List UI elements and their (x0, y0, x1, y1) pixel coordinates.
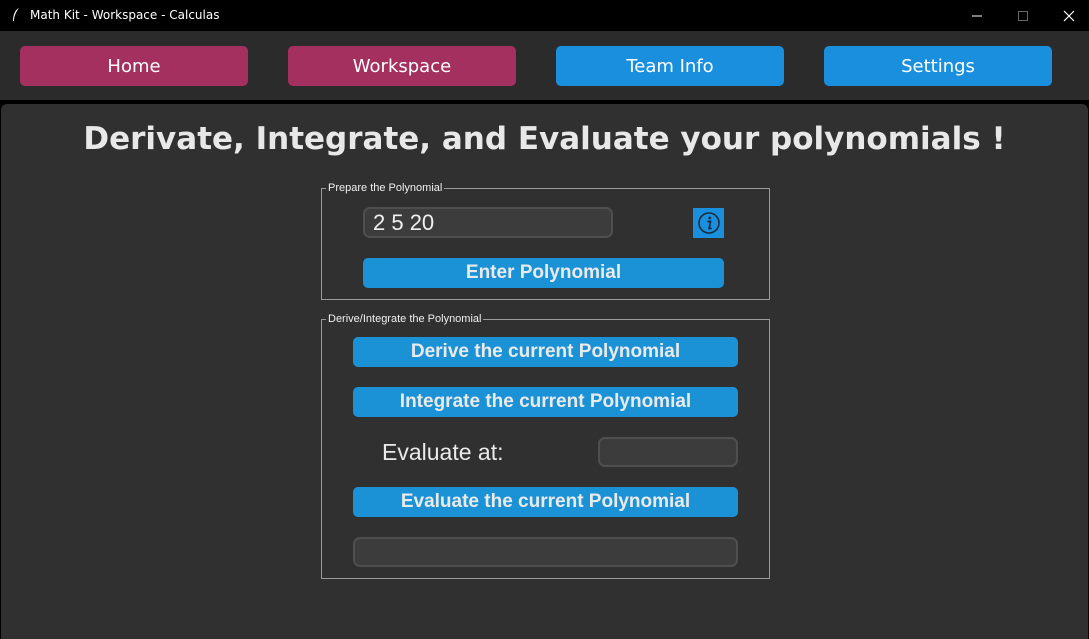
nav-home-button[interactable]: Home (20, 46, 248, 86)
integrate-button[interactable]: Integrate the current Polynomial (353, 387, 738, 417)
derive-group-label: Derive/Integrate the Polynomial (326, 312, 484, 326)
polynomial-input[interactable]: 2 5 20 (363, 207, 613, 238)
minimize-icon[interactable] (954, 0, 1000, 31)
evaluate-button[interactable]: Evaluate the current Polynomial (353, 487, 738, 517)
nav-team-info-button[interactable]: Team Info (556, 46, 784, 86)
evaluate-at-label: Evaluate at: (382, 439, 504, 465)
workspace-panel: Derivate, Integrate, and Evaluate your p… (1, 104, 1088, 639)
info-icon[interactable] (693, 208, 724, 238)
maximize-icon[interactable] (1000, 0, 1046, 31)
title-bar: Math Kit - Workspace - Calculas (0, 0, 1089, 31)
nav-settings-button[interactable]: Settings (824, 46, 1052, 86)
derive-integrate-group: Derive/Integrate the Polynomial Derive t… (321, 312, 770, 579)
evaluate-at-input[interactable] (598, 437, 738, 467)
page-title: Derivate, Integrate, and Evaluate your p… (83, 121, 1006, 157)
close-icon[interactable] (1046, 0, 1089, 31)
enter-polynomial-button[interactable]: Enter Polynomial (363, 258, 724, 288)
window-title: Math Kit - Workspace - Calculas (30, 8, 220, 22)
nav-bar: Home Workspace Team Info Settings (0, 31, 1089, 100)
nav-workspace-button[interactable]: Workspace (288, 46, 516, 86)
derive-button[interactable]: Derive the current Polynomial (353, 337, 738, 367)
result-output-field[interactable] (353, 537, 738, 567)
feather-icon (11, 7, 21, 23)
prepare-group-label: Prepare the Polynomial (326, 181, 445, 195)
prepare-polynomial-group: Prepare the Polynomial 2 5 20 Enter Poly… (321, 181, 770, 300)
